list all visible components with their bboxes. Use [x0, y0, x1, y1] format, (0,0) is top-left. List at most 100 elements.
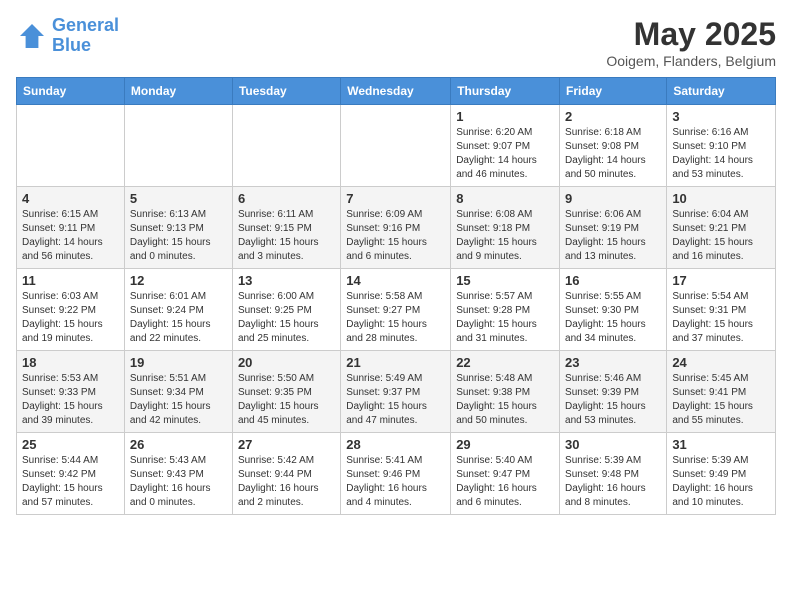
day-number: 22 — [456, 355, 554, 370]
day-info: Sunrise: 6:20 AM Sunset: 9:07 PM Dayligh… — [456, 126, 554, 182]
day-number: 5 — [130, 191, 227, 206]
day-info: Sunrise: 6:00 AM Sunset: 9:25 PM Dayligh… — [238, 290, 335, 346]
day-number: 19 — [130, 355, 227, 370]
day-number: 2 — [565, 109, 661, 124]
calendar-cell: 1 Sunrise: 6:20 AM Sunset: 9:07 PM Daylig… — [451, 105, 560, 187]
day-number: 8 — [456, 191, 554, 206]
month-title: May 2025 — [606, 16, 776, 53]
calendar-cell: 22 Sunrise: 5:48 AM Sunset: 9:38 PM Dayli… — [451, 351, 560, 433]
weekday-header-saturday: Saturday — [667, 78, 776, 105]
calendar-week-4: 18 Sunrise: 5:53 AM Sunset: 9:33 PM Dayli… — [17, 351, 776, 433]
day-info: Sunrise: 5:51 AM Sunset: 9:34 PM Dayligh… — [130, 372, 227, 428]
day-number: 7 — [346, 191, 445, 206]
calendar-cell — [124, 105, 232, 187]
day-number: 9 — [565, 191, 661, 206]
logo-icon — [16, 20, 48, 52]
day-info: Sunrise: 5:43 AM Sunset: 9:43 PM Dayligh… — [130, 454, 227, 510]
calendar-cell: 25Sunrise: 5:44 AM Sunset: 9:42 PM Dayli… — [17, 433, 125, 515]
day-number: 24 — [672, 355, 770, 370]
day-number: 23 — [565, 355, 661, 370]
day-number: 4 — [22, 191, 119, 206]
day-info: Sunrise: 6:03 AM Sunset: 9:22 PM Dayligh… — [22, 290, 119, 346]
day-number: 12 — [130, 273, 227, 288]
calendar-cell: 19 Sunrise: 5:51 AM Sunset: 9:34 PM Dayli… — [124, 351, 232, 433]
calendar-table: SundayMondayTuesdayWednesdayThursdayFrid… — [16, 77, 776, 515]
day-info: Sunrise: 5:41 AM Sunset: 9:46 PM Dayligh… — [346, 454, 445, 510]
day-number: 10 — [672, 191, 770, 206]
day-info: Sunrise: 6:18 AM Sunset: 9:08 PM Dayligh… — [565, 126, 661, 182]
day-number: 27 — [238, 437, 335, 452]
page-header: General Blue May 2025 Ooigem, Flanders, … — [16, 16, 776, 69]
calendar-cell: 6Sunrise: 6:11 AM Sunset: 9:15 PM Daylig… — [232, 187, 340, 269]
day-info: Sunrise: 6:06 AM Sunset: 9:19 PM Dayligh… — [565, 208, 661, 264]
day-number: 11 — [22, 273, 119, 288]
day-number: 29 — [456, 437, 554, 452]
day-number: 20 — [238, 355, 335, 370]
calendar-cell: 3Sunrise: 6:16 AM Sunset: 9:10 PM Daylig… — [667, 105, 776, 187]
day-number: 21 — [346, 355, 445, 370]
day-info: Sunrise: 6:13 AM Sunset: 9:13 PM Dayligh… — [130, 208, 227, 264]
calendar-cell: 13 Sunrise: 6:00 AM Sunset: 9:25 PM Dayli… — [232, 269, 340, 351]
day-info: Sunrise: 5:42 AM Sunset: 9:44 PM Dayligh… — [238, 454, 335, 510]
calendar-cell: 4Sunrise: 6:15 AM Sunset: 9:11 PM Daylig… — [17, 187, 125, 269]
day-number: 26 — [130, 437, 227, 452]
title-block: May 2025 Ooigem, Flanders, Belgium — [606, 16, 776, 69]
calendar-cell: 14 Sunrise: 5:58 AM Sunset: 9:27 PM Dayli… — [341, 269, 451, 351]
day-number: 13 — [238, 273, 335, 288]
calendar-cell: 31 Sunrise: 5:39 AM Sunset: 9:49 PM Dayli… — [667, 433, 776, 515]
weekday-header-wednesday: Wednesday — [341, 78, 451, 105]
day-number: 3 — [672, 109, 770, 124]
calendar-cell: 24 Sunrise: 5:45 AM Sunset: 9:41 PM Dayli… — [667, 351, 776, 433]
weekday-header-sunday: Sunday — [17, 78, 125, 105]
logo-line2: Blue — [52, 35, 91, 55]
calendar-cell: 12 Sunrise: 6:01 AM Sunset: 9:24 PM Dayli… — [124, 269, 232, 351]
location: Ooigem, Flanders, Belgium — [606, 53, 776, 69]
calendar-cell: 29Sunrise: 5:40 AM Sunset: 9:47 PM Dayli… — [451, 433, 560, 515]
day-number: 15 — [456, 273, 554, 288]
calendar-week-5: 25Sunrise: 5:44 AM Sunset: 9:42 PM Dayli… — [17, 433, 776, 515]
day-info: Sunrise: 6:09 AM Sunset: 9:16 PM Dayligh… — [346, 208, 445, 264]
day-info: Sunrise: 5:58 AM Sunset: 9:27 PM Dayligh… — [346, 290, 445, 346]
logo-text: General Blue — [52, 16, 119, 56]
calendar-cell: 11 Sunrise: 6:03 AM Sunset: 9:22 PM Dayli… — [17, 269, 125, 351]
day-number: 18 — [22, 355, 119, 370]
calendar-week-1: 1 Sunrise: 6:20 AM Sunset: 9:07 PM Daylig… — [17, 105, 776, 187]
calendar-cell: 28 Sunrise: 5:41 AM Sunset: 9:46 PM Dayli… — [341, 433, 451, 515]
day-info: Sunrise: 5:48 AM Sunset: 9:38 PM Dayligh… — [456, 372, 554, 428]
day-info: Sunrise: 6:01 AM Sunset: 9:24 PM Dayligh… — [130, 290, 227, 346]
day-info: Sunrise: 5:49 AM Sunset: 9:37 PM Dayligh… — [346, 372, 445, 428]
logo-line1: General — [52, 15, 119, 35]
calendar-cell — [232, 105, 340, 187]
day-number: 25 — [22, 437, 119, 452]
weekday-header-row: SundayMondayTuesdayWednesdayThursdayFrid… — [17, 78, 776, 105]
calendar-cell: 2 Sunrise: 6:18 AM Sunset: 9:08 PM Daylig… — [560, 105, 667, 187]
calendar-cell: 21 Sunrise: 5:49 AM Sunset: 9:37 PM Dayli… — [341, 351, 451, 433]
day-number: 28 — [346, 437, 445, 452]
day-info: Sunrise: 6:08 AM Sunset: 9:18 PM Dayligh… — [456, 208, 554, 264]
day-info: Sunrise: 5:39 AM Sunset: 9:48 PM Dayligh… — [565, 454, 661, 510]
day-info: Sunrise: 5:45 AM Sunset: 9:41 PM Dayligh… — [672, 372, 770, 428]
weekday-header-tuesday: Tuesday — [232, 78, 340, 105]
calendar-cell: 10Sunrise: 6:04 AM Sunset: 9:21 PM Dayli… — [667, 187, 776, 269]
calendar-cell: 9 Sunrise: 6:06 AM Sunset: 9:19 PM Daylig… — [560, 187, 667, 269]
day-number: 1 — [456, 109, 554, 124]
day-info: Sunrise: 5:54 AM Sunset: 9:31 PM Dayligh… — [672, 290, 770, 346]
calendar-week-3: 11 Sunrise: 6:03 AM Sunset: 9:22 PM Dayli… — [17, 269, 776, 351]
day-number: 14 — [346, 273, 445, 288]
day-info: Sunrise: 5:50 AM Sunset: 9:35 PM Dayligh… — [238, 372, 335, 428]
calendar-cell: 30 Sunrise: 5:39 AM Sunset: 9:48 PM Dayli… — [560, 433, 667, 515]
day-info: Sunrise: 5:55 AM Sunset: 9:30 PM Dayligh… — [565, 290, 661, 346]
day-info: Sunrise: 5:57 AM Sunset: 9:28 PM Dayligh… — [456, 290, 554, 346]
day-info: Sunrise: 6:11 AM Sunset: 9:15 PM Dayligh… — [238, 208, 335, 264]
calendar-cell: 18 Sunrise: 5:53 AM Sunset: 9:33 PM Dayli… — [17, 351, 125, 433]
day-info: Sunrise: 5:53 AM Sunset: 9:33 PM Dayligh… — [22, 372, 119, 428]
day-number: 30 — [565, 437, 661, 452]
calendar-cell: 15 Sunrise: 5:57 AM Sunset: 9:28 PM Dayli… — [451, 269, 560, 351]
day-number: 31 — [672, 437, 770, 452]
calendar-cell: 20 Sunrise: 5:50 AM Sunset: 9:35 PM Dayli… — [232, 351, 340, 433]
calendar-cell: 17Sunrise: 5:54 AM Sunset: 9:31 PM Dayli… — [667, 269, 776, 351]
day-info: Sunrise: 5:39 AM Sunset: 9:49 PM Dayligh… — [672, 454, 770, 510]
calendar-week-2: 4Sunrise: 6:15 AM Sunset: 9:11 PM Daylig… — [17, 187, 776, 269]
calendar-cell — [17, 105, 125, 187]
calendar-cell: 7 Sunrise: 6:09 AM Sunset: 9:16 PM Daylig… — [341, 187, 451, 269]
